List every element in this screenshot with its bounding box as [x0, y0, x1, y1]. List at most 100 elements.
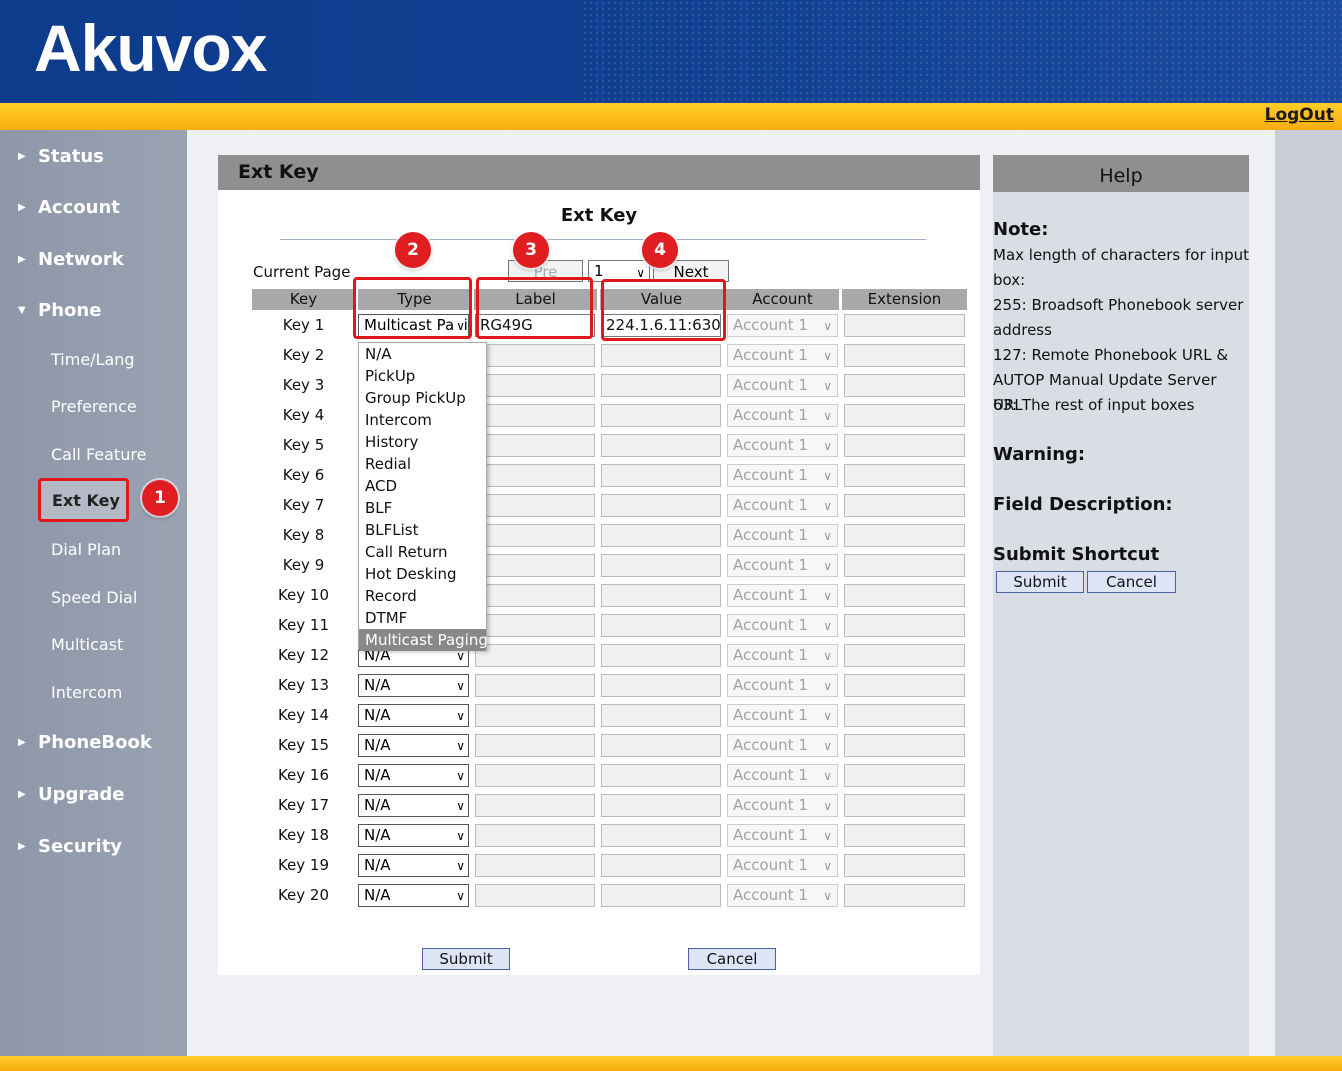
extension-input[interactable] — [844, 494, 965, 517]
value-input[interactable] — [601, 404, 721, 427]
label-input[interactable] — [475, 884, 595, 907]
value-input[interactable] — [601, 464, 721, 487]
type-option[interactable]: Redial — [359, 453, 486, 475]
type-option[interactable]: Multicast Paging — [359, 629, 488, 651]
value-input[interactable] — [601, 434, 721, 457]
account-select[interactable]: Account 1 ∨ — [727, 314, 838, 337]
extension-input[interactable] — [844, 734, 965, 757]
shortcut-cancel-button[interactable]: Cancel — [1087, 571, 1176, 593]
cancel-button[interactable]: Cancel — [688, 948, 776, 970]
account-select[interactable]: Account 1 ∨ — [727, 854, 838, 877]
label-input[interactable] — [475, 464, 595, 487]
label-input[interactable] — [475, 854, 595, 877]
extension-input[interactable] — [844, 524, 965, 547]
type-option[interactable]: DTMF — [359, 607, 486, 629]
label-input[interactable] — [475, 554, 595, 577]
value-input[interactable] — [601, 494, 721, 517]
type-select[interactable]: N/A ∨ — [358, 854, 469, 877]
type-option[interactable]: ACD — [359, 475, 486, 497]
nav-security[interactable]: ▶ Security — [18, 836, 122, 857]
value-input[interactable] — [601, 674, 721, 697]
type-select[interactable]: N/A ∨ — [358, 734, 469, 757]
extension-input[interactable] — [844, 884, 965, 907]
label-input[interactable] — [475, 374, 595, 397]
nav-phonebook[interactable]: ▶ PhoneBook — [18, 732, 152, 753]
account-select[interactable]: Account 1 ∨ — [727, 734, 838, 757]
value-input[interactable] — [601, 344, 721, 367]
extension-input[interactable] — [844, 644, 965, 667]
label-input[interactable] — [475, 644, 595, 667]
value-input[interactable] — [601, 614, 721, 637]
type-dropdown-list[interactable]: N/A PickUp Group PickUp Intercom History Redi… — [358, 342, 488, 651]
account-select[interactable]: Account 1 ∨ — [727, 494, 838, 517]
nav-phone[interactable]: ▼ Phone — [18, 300, 101, 321]
label-input[interactable] — [475, 734, 595, 757]
account-select[interactable]: Account 1 ∨ — [727, 764, 838, 787]
value-input[interactable] — [601, 824, 721, 847]
nav-network[interactable]: ▶ Network — [18, 249, 124, 270]
extension-input[interactable] — [844, 434, 965, 457]
extension-input[interactable] — [844, 404, 965, 427]
type-option[interactable]: Intercom — [359, 409, 486, 431]
account-select[interactable]: Account 1 ∨ — [727, 404, 838, 427]
account-select[interactable]: Account 1 ∨ — [727, 824, 838, 847]
type-option[interactable]: History — [359, 431, 486, 453]
type-option[interactable]: Group PickUp — [359, 387, 486, 409]
nav-status[interactable]: ▶ Status — [18, 146, 104, 167]
account-select[interactable]: Account 1 ∨ — [727, 374, 838, 397]
type-select[interactable]: N/A ∨ — [358, 704, 469, 727]
extension-input[interactable] — [844, 764, 965, 787]
extension-input[interactable] — [844, 824, 965, 847]
nav-sub-call-feature[interactable]: Call Feature — [51, 445, 146, 464]
type-select[interactable]: N/A ∨ — [358, 764, 469, 787]
label-input[interactable] — [475, 794, 595, 817]
account-select[interactable]: Account 1 ∨ — [727, 554, 838, 577]
label-input[interactable] — [475, 524, 595, 547]
nav-sub-preference[interactable]: Preference — [51, 397, 137, 416]
value-input[interactable] — [601, 854, 721, 877]
label-input[interactable] — [475, 584, 595, 607]
label-input[interactable] — [475, 434, 595, 457]
extension-input[interactable] — [844, 614, 965, 637]
account-select[interactable]: Account 1 ∨ — [727, 524, 838, 547]
type-option[interactable]: Hot Desking — [359, 563, 486, 585]
label-input[interactable] — [475, 404, 595, 427]
extension-input[interactable] — [844, 584, 965, 607]
nav-upgrade[interactable]: ▶ Upgrade — [18, 784, 125, 805]
account-select[interactable]: Account 1 ∨ — [727, 704, 838, 727]
label-input[interactable] — [475, 494, 595, 517]
nav-sub-intercom[interactable]: Intercom — [51, 683, 122, 702]
account-select[interactable]: Account 1 ∨ — [727, 434, 838, 457]
label-input[interactable] — [475, 674, 595, 697]
value-input[interactable] — [601, 884, 721, 907]
type-option[interactable]: BLFList — [359, 519, 486, 541]
nav-sub-multicast[interactable]: Multicast — [51, 635, 123, 654]
type-select[interactable]: N/A ∨ — [358, 824, 469, 847]
type-option[interactable]: BLF — [359, 497, 486, 519]
nav-account[interactable]: ▶ Account — [18, 197, 120, 218]
account-select[interactable]: Account 1 ∨ — [727, 584, 838, 607]
extension-input[interactable] — [844, 314, 965, 337]
account-select[interactable]: Account 1 ∨ — [727, 614, 838, 637]
extension-input[interactable] — [844, 704, 965, 727]
nav-sub-ext-key[interactable]: Ext Key — [38, 478, 129, 522]
value-input[interactable] — [601, 764, 721, 787]
type-select[interactable]: N/A ∨ — [358, 674, 469, 697]
type-option[interactable]: PickUp — [359, 365, 486, 387]
value-input[interactable] — [601, 584, 721, 607]
label-input[interactable] — [475, 764, 595, 787]
type-option[interactable]: Call Return — [359, 541, 486, 563]
account-select[interactable]: Account 1 ∨ — [727, 644, 838, 667]
extension-input[interactable] — [844, 794, 965, 817]
account-select[interactable]: Account 1 ∨ — [727, 464, 838, 487]
type-select[interactable]: N/A ∨ — [358, 794, 469, 817]
extension-input[interactable] — [844, 674, 965, 697]
logout-link[interactable]: LogOut — [1265, 105, 1334, 125]
label-input[interactable] — [475, 614, 595, 637]
extension-input[interactable] — [844, 554, 965, 577]
value-input[interactable] — [601, 794, 721, 817]
label-input[interactable] — [475, 344, 595, 367]
type-select[interactable]: N/A ∨ — [358, 884, 469, 907]
account-select[interactable]: Account 1 ∨ — [727, 344, 838, 367]
type-option[interactable]: Record — [359, 585, 486, 607]
